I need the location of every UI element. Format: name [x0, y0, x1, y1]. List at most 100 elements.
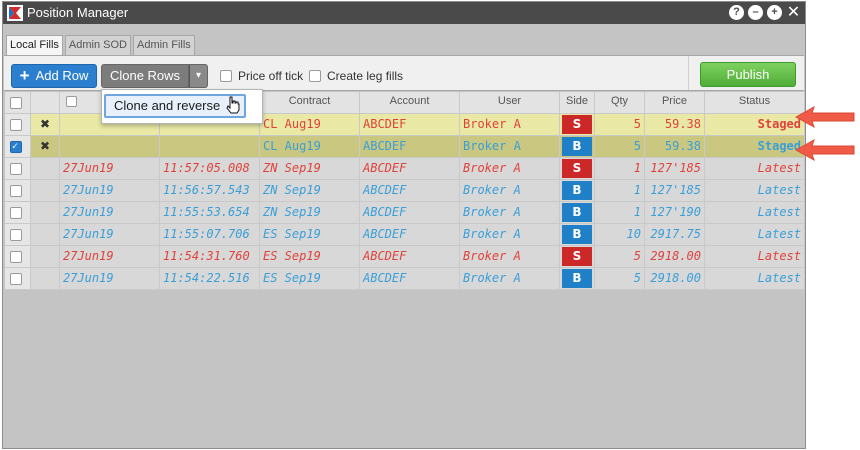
side-badge: S: [562, 115, 592, 134]
row-action-cell: [31, 158, 60, 180]
arrow-annotation-2: [794, 139, 855, 161]
row-checkbox[interactable]: [10, 251, 22, 263]
user-cell: Broker A: [460, 224, 560, 246]
account-cell: ABCDEF: [360, 202, 460, 224]
add-row-label: Add Row: [35, 68, 89, 83]
table-row[interactable]: ✖ CL Aug19ABCDEFBroker AB559.38Staged: [5, 136, 805, 158]
time-cell: 11:55:07.706: [160, 224, 260, 246]
header-account[interactable]: Account: [360, 92, 460, 114]
tab-local-fills[interactable]: Local Fills: [6, 35, 63, 56]
qty-cell: 5: [595, 114, 645, 136]
toolbar: + Add Row Clone Rows ▾ Price off tick Cr…: [4, 55, 804, 91]
tab-admin-fills[interactable]: Admin Fills: [132, 35, 195, 55]
row-checkbox[interactable]: [10, 185, 22, 197]
delete-row-icon[interactable]: ✖: [31, 136, 60, 158]
row-select-cell: [5, 158, 31, 180]
create-leg-fills-label: Create leg fills: [327, 69, 404, 83]
price-off-tick-checkbox[interactable]: [220, 70, 232, 82]
contract-cell: ES Sep19: [260, 268, 360, 290]
qty-cell: 10: [595, 224, 645, 246]
qty-cell: 5: [595, 136, 645, 158]
row-select-cell: [5, 136, 31, 158]
row-checkbox[interactable]: [10, 119, 22, 131]
title-bar[interactable]: Position Manager ? – + ✕: [3, 2, 805, 24]
side-badge: B: [562, 181, 592, 200]
table-row[interactable]: 27Jun19 11:56:57.543 ZN Sep19 ABCDEF Broker …: [5, 180, 805, 202]
close-icon[interactable]: ✕: [786, 5, 801, 21]
qty-cell: 5: [595, 268, 645, 290]
contract-cell: ES Sep19: [260, 246, 360, 268]
side-cell: B: [560, 268, 595, 290]
select-all-checkbox[interactable]: [10, 97, 22, 109]
row-checkbox[interactable]: [10, 141, 22, 153]
price-cell: 127'185: [645, 180, 705, 202]
price-off-tick-option[interactable]: Price off tick: [220, 69, 303, 83]
time-cell: 11:57:05.008: [160, 158, 260, 180]
maximize-icon[interactable]: +: [767, 5, 782, 20]
select-all-cell[interactable]: [5, 92, 31, 114]
account-cell: ABCDEF: [360, 114, 460, 136]
tab-admin-sod[interactable]: Admin SOD: [64, 35, 131, 55]
row-action-cell: [31, 268, 60, 290]
header-status[interactable]: Status: [705, 92, 805, 114]
table-row[interactable]: 27Jun19 11:57:05.008 ZN Sep19 ABCDEF Broker …: [5, 158, 805, 180]
status-cell: Latest: [705, 224, 805, 246]
side-badge: B: [562, 225, 592, 244]
date-cell: 27Jun19: [60, 268, 160, 290]
date-cell: 27Jun19: [60, 158, 160, 180]
add-row-button[interactable]: + Add Row: [11, 64, 97, 88]
table-row[interactable]: 27Jun19 11:55:07.706 ES Sep19 ABCDEF Broker …: [5, 224, 805, 246]
account-cell: ABCDEF: [360, 224, 460, 246]
row-checkbox[interactable]: [10, 273, 22, 285]
status-cell: Latest: [705, 202, 805, 224]
header-contract[interactable]: Contract: [260, 92, 360, 114]
side-cell: B: [560, 136, 595, 158]
qty-cell: 1: [595, 180, 645, 202]
account-cell: ABCDEF: [360, 136, 460, 158]
side-cell: S: [560, 158, 595, 180]
toolbar-divider: [688, 56, 689, 90]
arrow-annotation-1: [794, 106, 855, 128]
row-checkbox[interactable]: [10, 207, 22, 219]
header-side[interactable]: Side: [560, 92, 595, 114]
status-cell: Staged: [705, 136, 805, 158]
create-leg-fills-checkbox[interactable]: [309, 70, 321, 82]
side-cell: B: [560, 202, 595, 224]
row-action-cell: [31, 202, 60, 224]
row-select-cell: [5, 246, 31, 268]
time-cell: [160, 136, 260, 158]
price-cell: 127'185: [645, 158, 705, 180]
header-qty[interactable]: Qty: [595, 92, 645, 114]
table-row[interactable]: 27Jun19 11:54:31.760 ES Sep19 ABCDEF Broker …: [5, 246, 805, 268]
status-cell: Latest: [705, 158, 805, 180]
publish-button[interactable]: Publish: [700, 62, 796, 87]
minimize-icon[interactable]: –: [748, 5, 763, 20]
header-price[interactable]: Price: [645, 92, 705, 114]
collapse-icon[interactable]: [66, 96, 77, 107]
date-cell: [60, 136, 160, 158]
row-checkbox[interactable]: [10, 229, 22, 241]
window-controls: ? – + ✕: [729, 5, 801, 21]
create-leg-fills-option[interactable]: Create leg fills: [309, 69, 403, 83]
qty-cell: 1: [595, 202, 645, 224]
window-title: Position Manager: [27, 5, 129, 20]
header-user[interactable]: User: [460, 92, 560, 114]
time-cell: 11:55:53.654: [160, 202, 260, 224]
side-badge: S: [562, 159, 592, 178]
date-cell: 27Jun19: [60, 202, 160, 224]
row-action-cell: [31, 180, 60, 202]
time-cell: 11:54:22.516: [160, 268, 260, 290]
row-checkbox[interactable]: [10, 163, 22, 175]
clone-rows-button[interactable]: Clone Rows: [101, 64, 189, 88]
delete-row-icon[interactable]: ✖: [31, 114, 60, 136]
side-cell: S: [560, 114, 595, 136]
chevron-down-icon[interactable]: ▾: [189, 64, 208, 88]
side-badge: S: [562, 247, 592, 266]
account-cell: ABCDEF: [360, 158, 460, 180]
side-badge: B: [562, 269, 592, 288]
help-icon[interactable]: ?: [729, 5, 744, 20]
row-select-cell: [5, 180, 31, 202]
table-row[interactable]: 27Jun19 11:54:22.516 ES Sep19 ABCDEF Broker …: [5, 268, 805, 290]
contract-cell: ZN Sep19: [260, 202, 360, 224]
table-row[interactable]: 27Jun19 11:55:53.654 ZN Sep19 ABCDEF Broker …: [5, 202, 805, 224]
